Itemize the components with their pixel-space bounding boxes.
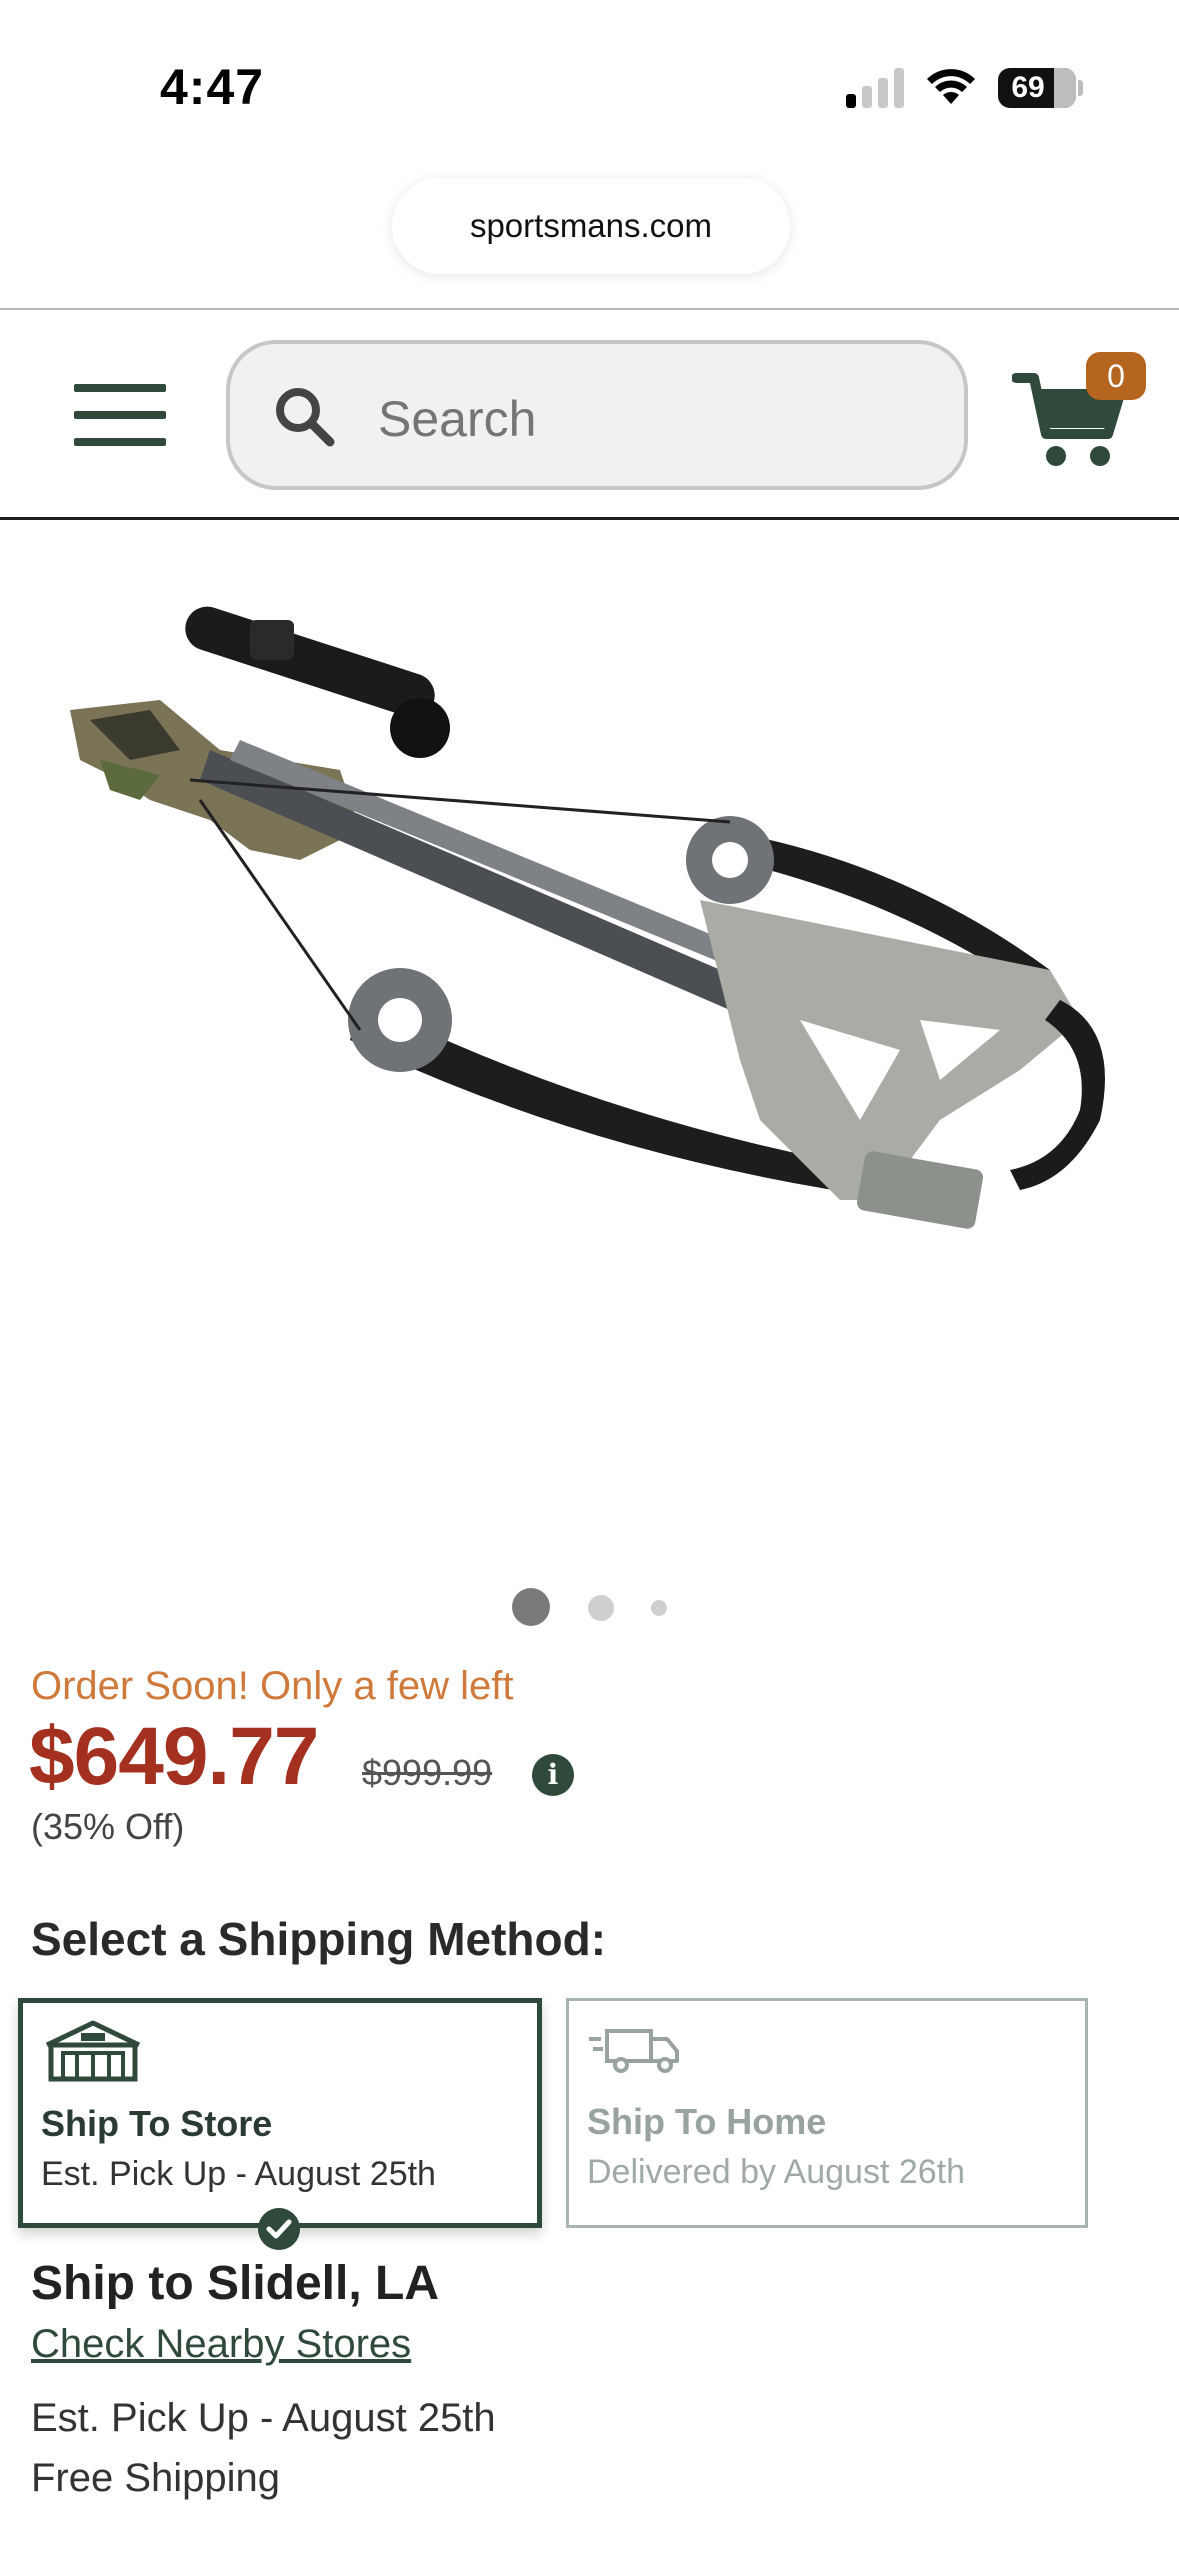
- carousel-dot[interactable]: [588, 1595, 614, 1621]
- carousel-dot[interactable]: [651, 1600, 667, 1616]
- wifi-icon: [927, 69, 975, 104]
- ship-to-store-subtitle: Est. Pick Up - August 25th: [41, 2155, 436, 2193]
- carousel-dot-active[interactable]: [512, 1588, 550, 1626]
- shipping-cost: Free Shipping: [31, 2456, 281, 2500]
- search-input[interactable]: [378, 390, 898, 448]
- ship-to-location: Ship to Slidell, LA: [31, 2257, 439, 2310]
- store-icon: [45, 2020, 141, 2082]
- battery-icon: 69: [998, 68, 1076, 108]
- product-image[interactable]: [40, 600, 1140, 1360]
- sale-price: $649.77: [29, 1711, 319, 1802]
- original-price: $999.99: [362, 1752, 493, 1793]
- ship-to-home-title: Ship To Home: [587, 2101, 827, 2142]
- url-text: sportsmans.com: [469, 207, 713, 244]
- status-bar: 4:47 69: [0, 0, 1179, 150]
- search-box[interactable]: [226, 340, 968, 490]
- battery-percent: 69: [1011, 71, 1045, 104]
- ship-to-store-option[interactable]: Ship To Store Est. Pick Up - August 25th: [18, 1998, 542, 2228]
- site-header: 0: [0, 310, 1179, 520]
- check-nearby-stores-link[interactable]: Check Nearby Stores: [31, 2322, 411, 2367]
- cellular-signal-icon: [846, 66, 906, 108]
- carousel-dots: [0, 1588, 1179, 1628]
- info-icon[interactable]: i: [532, 1754, 574, 1796]
- search-icon: [276, 388, 335, 447]
- shipping-method-heading: Select a Shipping Method:: [31, 1913, 607, 1965]
- stock-message: Order Soon! Only a few left: [31, 1664, 514, 1708]
- check-icon: [258, 2208, 300, 2250]
- pickup-estimate: Est. Pick Up - August 25th: [31, 2396, 496, 2440]
- status-time: 4:47: [160, 59, 265, 115]
- discount-label: (35% Off): [31, 1806, 185, 1847]
- ship-to-home-option[interactable]: Ship To Home Delivered by August 26th: [566, 1998, 1088, 2228]
- ship-to-home-subtitle: Delivered by August 26th: [587, 2153, 966, 2191]
- url-bar[interactable]: sportsmans.com: [392, 178, 790, 274]
- cart-count-badge: 0: [1086, 352, 1146, 400]
- ship-to-store-title: Ship To Store: [41, 2103, 273, 2144]
- truck-icon: [589, 2029, 679, 2073]
- battery-tip: [1078, 80, 1083, 96]
- hamburger-menu-icon[interactable]: [74, 384, 166, 446]
